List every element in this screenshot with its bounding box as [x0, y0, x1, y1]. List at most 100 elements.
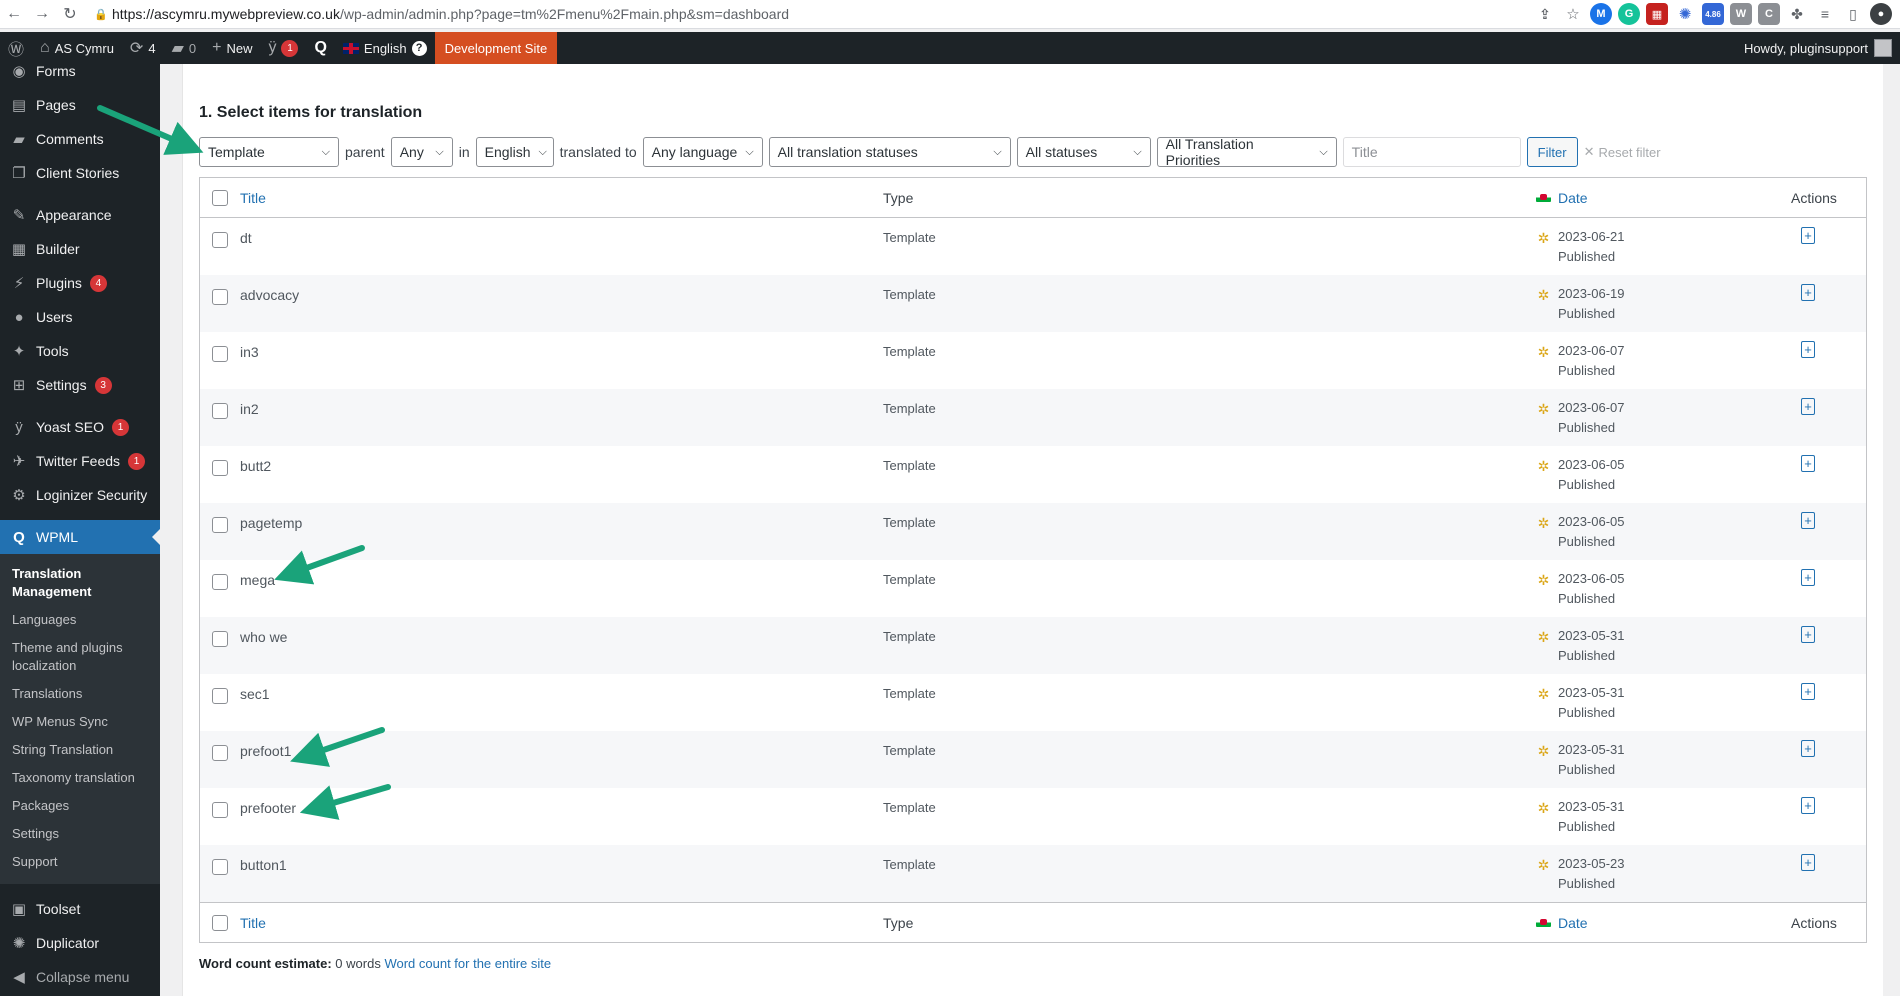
- score-extension-icon[interactable]: 4.86: [1702, 3, 1724, 25]
- sidebar-item-settings[interactable]: ⊞ Settings 3: [0, 368, 160, 402]
- sidebar-item-users[interactable]: ● Users: [0, 300, 160, 334]
- m-extension-icon[interactable]: M: [1590, 3, 1612, 25]
- submenu-packages[interactable]: Packages: [0, 792, 160, 820]
- submenu-translations[interactable]: Translations: [0, 680, 160, 708]
- w-extension-icon[interactable]: W: [1730, 3, 1752, 25]
- row-checkbox[interactable]: [212, 859, 228, 875]
- reading-list-icon[interactable]: ≡: [1814, 3, 1836, 25]
- sidebar-item-pages[interactable]: ▤ Pages: [0, 88, 160, 122]
- submenu-taxonomy-translation[interactable]: Taxonomy translation: [0, 764, 160, 792]
- select-all-checkbox-footer[interactable]: [212, 914, 228, 931]
- row-checkbox[interactable]: [212, 403, 228, 419]
- translation-status-icon[interactable]: ✲: [1538, 344, 1550, 361]
- row-checkbox[interactable]: [212, 289, 228, 305]
- collapse-menu-button[interactable]: ◀ Collapse menu: [0, 960, 160, 994]
- translation-status-icon[interactable]: ✲: [1538, 230, 1550, 247]
- add-to-translation-icon[interactable]: +: [1801, 227, 1815, 244]
- sidebar-item-plugins[interactable]: ⚡ Plugins 4: [0, 266, 160, 300]
- sidebar-item-wpml[interactable]: Q WPML: [0, 520, 160, 554]
- row-checkbox[interactable]: [212, 688, 228, 704]
- gear-extension-icon[interactable]: ✺: [1674, 3, 1696, 25]
- add-to-translation-icon[interactable]: +: [1801, 854, 1815, 871]
- submenu-wp-menus-sync[interactable]: WP Menus Sync: [0, 708, 160, 736]
- new-content-link[interactable]: + New: [204, 32, 260, 64]
- add-to-translation-icon[interactable]: +: [1801, 512, 1815, 529]
- sidebar-item-appearance[interactable]: ✎ Appearance: [0, 198, 160, 232]
- add-to-translation-icon[interactable]: +: [1801, 740, 1815, 757]
- sidebar-item-comments[interactable]: ▰ Comments: [0, 122, 160, 156]
- submenu-translation-management[interactable]: Translation Management: [0, 560, 160, 606]
- submenu-languages[interactable]: Languages: [0, 606, 160, 634]
- date-column-footer[interactable]: Date: [1558, 913, 1791, 933]
- type-select[interactable]: Template ⌵: [199, 137, 339, 167]
- sidebar-item-loginizer[interactable]: ⚙ Loginizer Security: [0, 478, 160, 512]
- parent-select[interactable]: Any ⌵: [390, 137, 453, 167]
- row-checkbox[interactable]: [212, 346, 228, 362]
- add-to-translation-icon[interactable]: +: [1801, 683, 1815, 700]
- share-icon[interactable]: ⇪: [1534, 3, 1556, 25]
- translation-status-icon[interactable]: ✲: [1538, 515, 1550, 532]
- sidebar-item-forms[interactable]: ◉ Forms: [0, 64, 160, 88]
- target-language-select[interactable]: Any language ⌵: [642, 137, 763, 167]
- translation-status-select[interactable]: All translation statuses ⌵: [768, 137, 1011, 167]
- add-to-translation-icon[interactable]: +: [1801, 398, 1815, 415]
- submenu-string-translation[interactable]: String Translation: [0, 736, 160, 764]
- translation-status-icon[interactable]: ✲: [1538, 629, 1550, 646]
- sidebar-item-toolset[interactable]: ▣ Toolset: [0, 892, 160, 926]
- row-checkbox[interactable]: [212, 574, 228, 590]
- puzzle-icon[interactable]: ✤: [1786, 3, 1808, 25]
- translation-status-icon[interactable]: ✲: [1538, 800, 1550, 817]
- sidebar-item-duplicator[interactable]: ✺ Duplicator: [0, 926, 160, 960]
- add-to-translation-icon[interactable]: +: [1801, 284, 1815, 301]
- title-column-footer[interactable]: Title: [240, 915, 883, 931]
- wordpress-logo-icon[interactable]: Ⓦ: [0, 32, 32, 64]
- title-column-header[interactable]: Title: [240, 190, 883, 206]
- reload-icon[interactable]: ↻: [56, 0, 84, 28]
- translation-status-icon[interactable]: ✲: [1538, 458, 1550, 475]
- translation-status-icon[interactable]: ✲: [1538, 401, 1550, 418]
- back-icon[interactable]: ←: [0, 0, 28, 28]
- sidebar-item-yoast-seo[interactable]: ÿ Yoast SEO 1: [0, 410, 160, 444]
- word-count-site-link[interactable]: Word count for the entire site: [384, 956, 551, 971]
- profile-avatar[interactable]: ●: [1870, 3, 1892, 25]
- forward-icon[interactable]: →: [28, 0, 56, 28]
- sidepanel-icon[interactable]: ▯: [1842, 3, 1864, 25]
- updates-link[interactable]: ⟳ 4: [122, 32, 164, 64]
- grammarly-icon[interactable]: G: [1618, 3, 1640, 25]
- translation-status-icon[interactable]: ✲: [1538, 857, 1550, 874]
- sidebar-item-client-stories[interactable]: ❐ Client Stories: [0, 156, 160, 190]
- add-to-translation-icon[interactable]: +: [1801, 341, 1815, 358]
- translation-status-icon[interactable]: ✲: [1538, 572, 1550, 589]
- address-bar[interactable]: 🔒 https://ascymru.mywebpreview.co.uk/wp-…: [94, 3, 1424, 25]
- row-checkbox[interactable]: [212, 460, 228, 476]
- translation-status-icon[interactable]: ✲: [1538, 686, 1550, 703]
- row-checkbox[interactable]: [212, 802, 228, 818]
- sidebar-item-twitter-feeds[interactable]: ✈ Twitter Feeds 1: [0, 444, 160, 478]
- filter-button[interactable]: Filter: [1526, 137, 1578, 167]
- row-checkbox[interactable]: [212, 517, 228, 533]
- development-site-badge[interactable]: Development Site: [434, 32, 558, 64]
- row-checkbox[interactable]: [212, 232, 228, 248]
- submenu-support[interactable]: Support: [0, 848, 160, 876]
- c-extension-icon[interactable]: C: [1758, 3, 1780, 25]
- submenu-settings[interactable]: Settings: [0, 820, 160, 848]
- red-extension-icon[interactable]: ▦: [1646, 3, 1668, 25]
- source-language-select[interactable]: English ⌵: [475, 137, 554, 167]
- row-checkbox[interactable]: [212, 745, 228, 761]
- yoast-adminbar-link[interactable]: ÿ 1: [260, 32, 306, 64]
- add-to-translation-icon[interactable]: +: [1801, 626, 1815, 643]
- add-to-translation-icon[interactable]: +: [1801, 455, 1815, 472]
- user-account-menu[interactable]: Howdy, pluginsupport: [1744, 32, 1892, 64]
- wpml-adminbar-link[interactable]: Q: [306, 32, 334, 64]
- language-switcher[interactable]: English ?: [335, 32, 435, 64]
- title-filter-input[interactable]: Title: [1342, 137, 1521, 167]
- comments-link[interactable]: ▰ 0: [164, 32, 205, 64]
- date-column-header[interactable]: Date: [1558, 188, 1791, 208]
- sidebar-item-builder[interactable]: ▦ Builder: [0, 232, 160, 266]
- status-select[interactable]: All statuses ⌵: [1016, 137, 1151, 167]
- row-checkbox[interactable]: [212, 631, 228, 647]
- add-to-translation-icon[interactable]: +: [1801, 797, 1815, 814]
- add-to-translation-icon[interactable]: +: [1801, 569, 1815, 586]
- submenu-theme-plugins-localization[interactable]: Theme and plugins localization: [0, 634, 160, 680]
- reset-filter-link[interactable]: ✕ Reset filter: [1584, 144, 1661, 160]
